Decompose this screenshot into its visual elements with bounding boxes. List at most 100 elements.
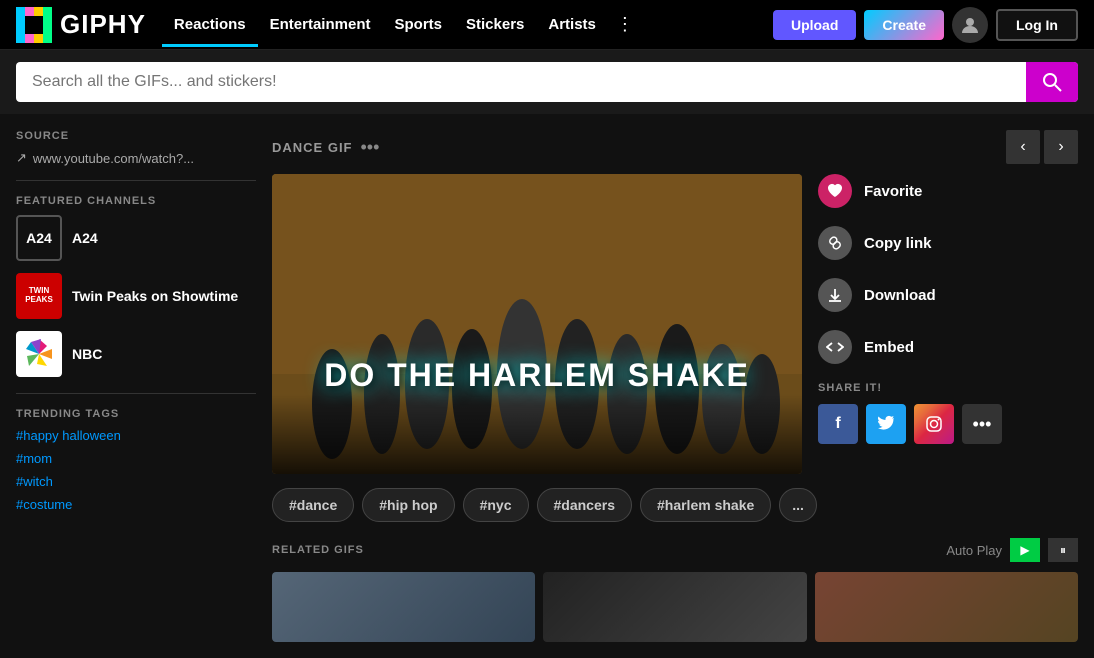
tag-nyc[interactable]: #nyc	[463, 488, 529, 522]
nav-item-stickers[interactable]: Stickers	[454, 2, 536, 47]
login-button[interactable]: Log In	[996, 9, 1078, 41]
tag-dancers[interactable]: #dancers	[537, 488, 632, 522]
action-copy-link[interactable]: Copy link	[818, 226, 1078, 260]
main-content: SOURCE ↗ www.youtube.com/watch?... FEATU…	[0, 114, 1094, 658]
share-facebook-button[interactable]: f	[818, 404, 858, 444]
channel-item-twin-peaks[interactable]: TWINPEAKS Twin Peaks on Showtime	[16, 273, 256, 319]
logo[interactable]: GIPHY	[16, 7, 146, 43]
gif-placeholder: DO THE HARLEM SHAKE	[272, 174, 802, 474]
instagram-icon	[925, 415, 943, 433]
action-embed[interactable]: Embed	[818, 330, 1078, 364]
search-input[interactable]	[16, 63, 1026, 101]
gif-actions-panel: Favorite Copy link	[818, 174, 1078, 474]
favorite-icon	[818, 174, 852, 208]
action-favorite[interactable]: Favorite	[818, 174, 1078, 208]
tags-row: #dance #hip hop #nyc #dancers #harlem sh…	[272, 488, 1078, 522]
channel-thumb-a24: A24	[16, 215, 62, 261]
prev-gif-button[interactable]: ‹	[1006, 130, 1040, 164]
trending-tag-2[interactable]: #witch	[16, 474, 256, 489]
gif-title-overlay: DO THE HARLEM SHAKE	[272, 357, 802, 394]
download-label: Download	[864, 287, 936, 304]
source-url-text: www.youtube.com/watch?...	[33, 151, 194, 166]
autoplay-pause-button[interactable]: ⏸	[1048, 538, 1078, 562]
copy-link-icon	[818, 226, 852, 260]
trending-tag-3[interactable]: #costume	[16, 497, 256, 512]
sidebar: SOURCE ↗ www.youtube.com/watch?... FEATU…	[16, 130, 256, 642]
gif-options-button[interactable]: •••	[361, 137, 380, 158]
tag-hip-hop[interactable]: #hip hop	[362, 488, 454, 522]
nav-item-reactions[interactable]: Reactions	[162, 2, 258, 47]
trending-tags-label: TRENDING TAGS	[16, 408, 256, 420]
channel-item-nbc[interactable]: NBC	[16, 331, 256, 377]
featured-channels-label: FEATURED CHANNELS	[16, 195, 256, 207]
source-section: SOURCE ↗ www.youtube.com/watch?...	[16, 130, 256, 166]
user-icon	[961, 16, 979, 34]
channel-name-twin-peaks: Twin Peaks on Showtime	[72, 288, 238, 304]
related-gifs-section: RELATED GIFS Auto Play ▶ ⏸	[272, 538, 1078, 642]
trending-tag-1[interactable]: #mom	[16, 451, 256, 466]
channel-name-a24: A24	[72, 230, 98, 246]
featured-channels-section: FEATURED CHANNELS A24 A24 TWINPEAKS Twin…	[16, 195, 256, 377]
header-actions: Upload Create Log In	[773, 7, 1078, 43]
source-url-link[interactable]: ↗ www.youtube.com/watch?...	[16, 150, 256, 166]
gif-header: DANCE GIF ••• ‹ ›	[272, 130, 1078, 164]
gif-nav-arrows: ‹ ›	[1006, 130, 1078, 164]
tag-harlem-shake[interactable]: #harlem shake	[640, 488, 771, 522]
twitter-icon	[877, 415, 895, 433]
autoplay-controls: Auto Play ▶ ⏸	[946, 538, 1078, 562]
channel-item-a24[interactable]: A24 A24	[16, 215, 256, 261]
share-instagram-button[interactable]	[914, 404, 954, 444]
related-gifs-row	[272, 572, 1078, 642]
tag-dance[interactable]: #dance	[272, 488, 354, 522]
trending-tag-0[interactable]: #happy halloween	[16, 428, 256, 443]
favorite-label: Favorite	[864, 183, 922, 200]
search-button[interactable]	[1026, 62, 1078, 102]
download-icon	[818, 278, 852, 312]
header: GIPHY Reactions Entertainment Sports Sti…	[0, 0, 1094, 50]
sidebar-divider-2	[16, 393, 256, 394]
share-twitter-button[interactable]	[866, 404, 906, 444]
action-download[interactable]: Download	[818, 278, 1078, 312]
channel-name-nbc: NBC	[72, 346, 102, 362]
channel-thumb-nbc	[16, 331, 62, 377]
embed-label: Embed	[864, 339, 914, 356]
search-bar	[16, 62, 1078, 102]
main-nav: Reactions Entertainment Sports Stickers …	[162, 0, 773, 49]
related-gif-2[interactable]	[815, 572, 1078, 642]
related-gif-0[interactable]	[272, 572, 535, 642]
nav-item-sports[interactable]: Sports	[382, 2, 454, 47]
create-button[interactable]: Create	[864, 10, 944, 40]
share-label: SHARE IT!	[818, 382, 1078, 394]
copy-link-label: Copy link	[864, 235, 932, 252]
autoplay-label: Auto Play	[946, 543, 1002, 558]
nav-more-button[interactable]: ⋮	[608, 0, 642, 49]
link-source-icon: ↗	[16, 150, 27, 166]
nav-item-entertainment[interactable]: Entertainment	[258, 2, 383, 47]
gif-crowd-illustration	[272, 174, 802, 474]
sidebar-divider-1	[16, 180, 256, 181]
autoplay-play-button[interactable]: ▶	[1010, 538, 1040, 562]
more-dots-icon: •••	[973, 414, 992, 435]
logo-text: GIPHY	[60, 9, 146, 40]
search-bar-section	[0, 50, 1094, 114]
trending-tags-section: TRENDING TAGS #happy halloween #mom #wit…	[16, 408, 256, 512]
gif-main-row: DO THE HARLEM SHAKE Favorite	[272, 174, 1078, 474]
upload-button[interactable]: Upload	[773, 10, 856, 40]
share-buttons: f •••	[818, 404, 1078, 444]
next-gif-button[interactable]: ›	[1044, 130, 1078, 164]
user-icon-button[interactable]	[952, 7, 988, 43]
tag-more-button[interactable]: ...	[779, 488, 817, 522]
related-header: RELATED GIFS Auto Play ▶ ⏸	[272, 538, 1078, 562]
source-label: SOURCE	[16, 130, 256, 142]
nbc-peacock-icon	[19, 334, 59, 374]
related-gif-1[interactable]	[543, 572, 806, 642]
related-gifs-label: RELATED GIFS	[272, 544, 364, 556]
facebook-icon: f	[835, 415, 840, 433]
gif-area: DANCE GIF ••• ‹ ›	[272, 130, 1078, 642]
gif-label: DANCE GIF	[272, 140, 353, 155]
channel-thumb-twin-peaks: TWINPEAKS	[16, 273, 62, 319]
share-more-button[interactable]: •••	[962, 404, 1002, 444]
gif-display: DO THE HARLEM SHAKE	[272, 174, 802, 474]
nav-item-artists[interactable]: Artists	[536, 2, 608, 47]
logo-icon	[16, 7, 52, 43]
